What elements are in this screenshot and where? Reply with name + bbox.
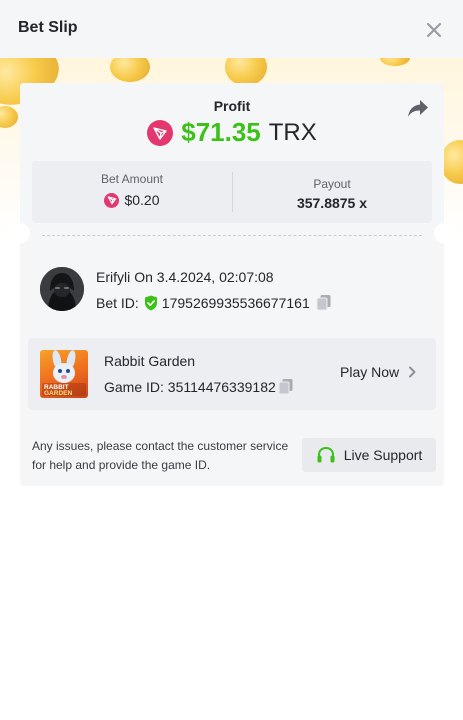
bet-amount-label: Bet Amount [100, 172, 164, 186]
bet-slip-card: Profit $71.35 TRX Bet Amount $0.20 Payou… [9, 83, 455, 486]
ticket-divider [42, 235, 422, 236]
decorative-coin [110, 58, 150, 82]
profit-currency: TRX [268, 118, 317, 146]
user-line: Erifyli On 3.4.2024, 02:07:08 [96, 269, 274, 285]
profit-label: Profit [213, 98, 251, 114]
shield-check-icon [144, 295, 157, 310]
bet-date: On 3.4.2024, 02:07:08 [134, 269, 274, 285]
payout-value: 357.8875 x [296, 195, 368, 211]
decorative-coin [0, 106, 18, 128]
live-support-label: Live Support [343, 447, 423, 463]
live-support-button[interactable]: Live Support [302, 438, 436, 472]
copy-icon[interactable] [278, 378, 294, 395]
trx-icon [104, 192, 120, 208]
bet-id-line: Bet ID: 1795269935536677161 [96, 294, 332, 311]
game-thumbnail[interactable]: RABBIT GARDEN [40, 350, 88, 398]
bet-amount-value: $0.20 [124, 192, 160, 208]
bet-amount-stat: Bet Amount $0.20 [32, 161, 232, 223]
copy-icon[interactable] [316, 294, 332, 311]
payout-stat: Payout 357.8875 x [232, 161, 432, 223]
page-title: Bet Slip [18, 19, 78, 36]
ticket-notch-right [434, 223, 455, 244]
bet-id-value: 1795269935536677161 [161, 294, 310, 311]
game-id-label: Game ID: [104, 378, 164, 395]
play-now-label: Play Now [340, 364, 400, 380]
headset-icon [317, 446, 335, 463]
user-name[interactable]: Erifyli [96, 269, 130, 285]
share-icon[interactable] [406, 98, 430, 120]
decorative-coin [380, 58, 410, 66]
bet-id-label: Bet ID: [96, 294, 139, 311]
bet-stats: Bet Amount $0.20 Payout 357.8875 x [32, 161, 432, 223]
trx-icon [147, 119, 174, 146]
avatar [40, 267, 84, 311]
game-name[interactable]: Rabbit Garden [104, 353, 195, 369]
ticket-notch-left [9, 223, 30, 244]
decorative-coin [225, 58, 267, 86]
game-thumb-text-line2: GARDEN [44, 390, 72, 397]
header: Bet Slip [0, 0, 463, 58]
support-hint: Any issues, please contact the customer … [32, 439, 289, 472]
play-now-button[interactable]: Play Now [340, 364, 416, 380]
bet-amount-row: $0.20 [32, 192, 232, 208]
game-id-line: Game ID: 35114476339182 [104, 378, 294, 395]
game-id-value: 35114476339182 [167, 378, 276, 395]
profit-row: $71.35 TRX [20, 117, 444, 148]
profit-value: $71.35 [181, 117, 261, 147]
game-card: RABBIT GARDEN Rabbit Garden Game ID: 351… [28, 338, 436, 410]
payout-label: Payout [313, 177, 351, 191]
close-icon[interactable] [423, 19, 445, 41]
chevron-right-icon [409, 366, 416, 378]
profit-section: Profit $71.35 TRX Bet Amount $0.20 Payou… [20, 83, 444, 235]
